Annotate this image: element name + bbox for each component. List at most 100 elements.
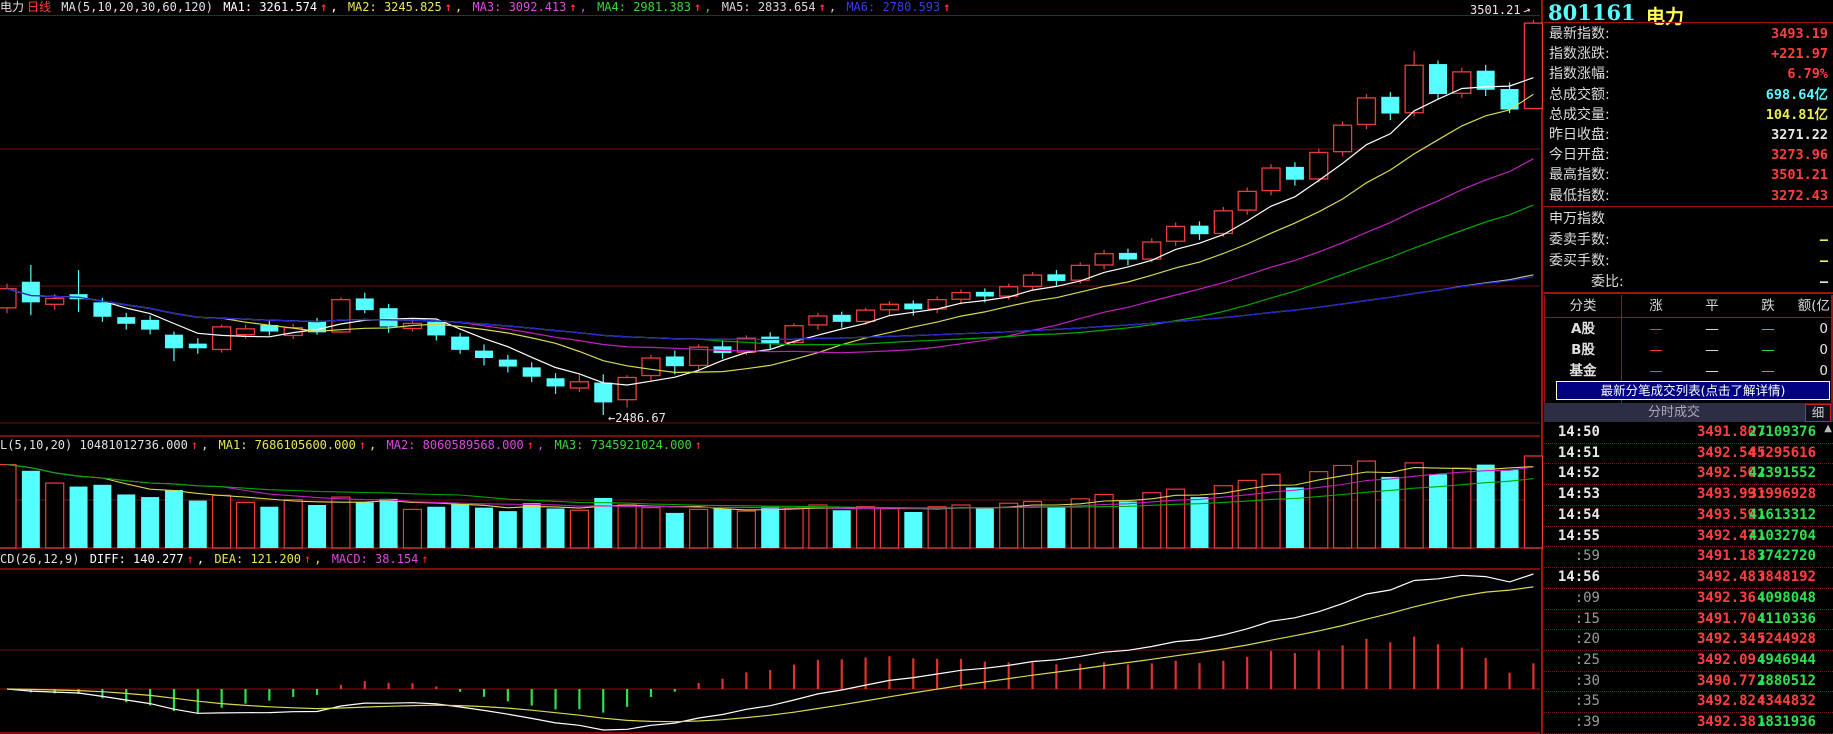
high-price-label: 3501.21 [1470, 3, 1521, 17]
tick-time: :09 [1548, 588, 1600, 609]
table-row-category[interactable]: B股 [1552, 340, 1614, 361]
tick-volume: 45295616 [1716, 443, 1816, 464]
up-arrow-icon: ↑ [187, 552, 194, 566]
quote-value: 3501.21 [1771, 165, 1828, 185]
ma-value: MA1: 3261.574 [216, 0, 317, 14]
quote-label: 最高指数: [1549, 165, 1610, 185]
tick-row[interactable]: 14:543493.59↓41613312 [1544, 505, 1833, 527]
quote-label: 总成交额: [1549, 85, 1610, 105]
up-arrow-icon: ↑ [943, 0, 950, 14]
quote-label: 委比: [1591, 272, 1624, 292]
tick-time: 14:54 [1548, 505, 1600, 526]
quote-value: 6.79% [1787, 64, 1828, 84]
ma-value: MA5: 2833.654 [714, 0, 815, 14]
tick-volume: 2880512 [1716, 671, 1816, 692]
up-arrow-icon: ↑ [421, 552, 428, 566]
separator: , [580, 0, 587, 14]
tick-row[interactable]: :153491.70↓4110336 [1544, 609, 1833, 631]
quote-sub-row: 委买手数: — [1544, 251, 1833, 271]
tick-volume: 4946944 [1716, 650, 1816, 671]
quote-row: 最新指数:3493.19 [1544, 24, 1833, 44]
up-arrow-icon: ↑ [304, 552, 311, 566]
quote-panel: 801161 电力 最新指数:3493.19指数涨跌:+221.97指数涨幅:6… [1544, 0, 1833, 734]
tick-header-bar: 分时成交 细 [1544, 403, 1833, 422]
tick-row[interactable]: 14:553492.47↓41032704 [1544, 526, 1833, 548]
tick-row[interactable]: 14:563492.48↑3848192 [1544, 567, 1833, 589]
tick-row[interactable]: :203492.34↑5244928 [1544, 629, 1833, 651]
tick-volume: 42391552 [1716, 463, 1816, 484]
tick-time: :20 [1548, 629, 1600, 650]
separator: , [537, 438, 544, 452]
table-cell: — [1636, 361, 1676, 382]
up-arrow-icon: ↑ [320, 0, 327, 14]
tick-time: :15 [1548, 609, 1600, 630]
tick-row[interactable]: :353492.82↑4344832 [1544, 691, 1833, 713]
quote-label: 委卖手数: [1549, 230, 1610, 250]
table-cell: — [1636, 319, 1676, 340]
macd-params-label: CD(26,12,9) [0, 552, 87, 566]
quote-value: 3271.22 [1771, 125, 1828, 145]
separator: , [197, 552, 204, 566]
low-price-annotation: ←2486.67 [608, 411, 666, 425]
chart-period-label: 日线 [27, 0, 51, 14]
quote-sub-row: 申万指数 [1544, 209, 1833, 229]
quote-value: — [1820, 272, 1828, 292]
tick-time: :30 [1548, 671, 1600, 692]
tick-volume: 1831936 [1716, 712, 1816, 733]
table-cell: — [1692, 319, 1732, 340]
quote-label: 申万指数 [1549, 209, 1605, 229]
gridlines [0, 149, 1540, 650]
macd-dea-line [7, 587, 1533, 722]
quote-row: 最高指数: 3501.21 [1544, 165, 1833, 185]
table-header-cell: 分类 [1552, 296, 1614, 317]
quote-row: 最低指数:3272.43 [1544, 186, 1833, 206]
macd-value: DIFF: 140.277 [90, 552, 184, 566]
tick-time: :39 [1548, 712, 1600, 733]
kline-chart-svg [0, 0, 1543, 734]
up-arrow-icon: ↑ [694, 0, 701, 14]
separator: , [330, 0, 337, 14]
table-row-category[interactable]: 基金 [1552, 361, 1614, 382]
scroll-up-icon[interactable]: ▲ [1824, 423, 1832, 434]
tick-row[interactable]: 14:533493.99↑31996928 [1544, 484, 1833, 506]
separator: , [455, 0, 462, 14]
separator: , [201, 438, 208, 452]
tick-list: 14:503491.80↓2710937614:513492.54↑452956… [1544, 422, 1833, 734]
tick-row[interactable]: 14:523492.50↓42391552 [1544, 463, 1833, 485]
tick-row[interactable]: 14:513492.54↑45295616 [1544, 443, 1833, 465]
tick-time: 14:53 [1548, 484, 1600, 505]
tick-time: :25 [1548, 650, 1600, 671]
quote-label: 最低指数: [1549, 186, 1610, 206]
up-arrow-icon: ↑ [527, 438, 534, 452]
ma-value: MA6: 2780.593 [839, 0, 940, 14]
tick-volume: 41613312 [1716, 505, 1816, 526]
quote-label: 指数涨幅: [1549, 64, 1610, 84]
volume-bars-group [0, 456, 1542, 548]
tick-panel-title: 分时成交 [1544, 403, 1804, 422]
separator: , [369, 438, 376, 452]
detail-button[interactable]: 细 [1805, 404, 1831, 422]
table-row-category[interactable]: A股 [1552, 319, 1614, 340]
up-arrow-icon: ↑ [359, 438, 366, 452]
tick-time: 14:52 [1548, 463, 1600, 484]
chart-symbol-label: 电力 [0, 0, 24, 14]
macd-group [0, 574, 1540, 730]
tick-volume: 4098048 [1716, 588, 1816, 609]
ma-value: MA4: 2981.383 [590, 0, 691, 14]
up-arrow-icon: ↑ [819, 0, 826, 14]
tick-row[interactable]: :093492.36↓4098048 [1544, 588, 1833, 610]
tooltip[interactable]: 最新分笔成交列表(点击了解详情) [1556, 381, 1830, 400]
tick-row[interactable]: :253492.09↓4946944 [1544, 650, 1833, 672]
tick-volume: 5244928 [1716, 629, 1816, 650]
quote-value: — [1820, 251, 1828, 271]
divider [1544, 206, 1833, 207]
quote-label: 委买手数: [1549, 251, 1610, 271]
tick-row[interactable]: :303490.77↓2880512 [1544, 671, 1833, 693]
quote-row: 今日开盘:3273.96 [1544, 145, 1833, 165]
tick-row[interactable]: 14:503491.80↓27109376 [1544, 422, 1833, 444]
table-cell: — [1636, 340, 1676, 361]
tick-row[interactable]: :593491.18↓3742720 [1544, 546, 1833, 568]
tick-row[interactable]: :393492.38↓1831936 [1544, 712, 1833, 734]
tick-volume: 4344832 [1716, 691, 1816, 712]
quote-row: 总成交额:698.64亿 [1544, 85, 1833, 105]
